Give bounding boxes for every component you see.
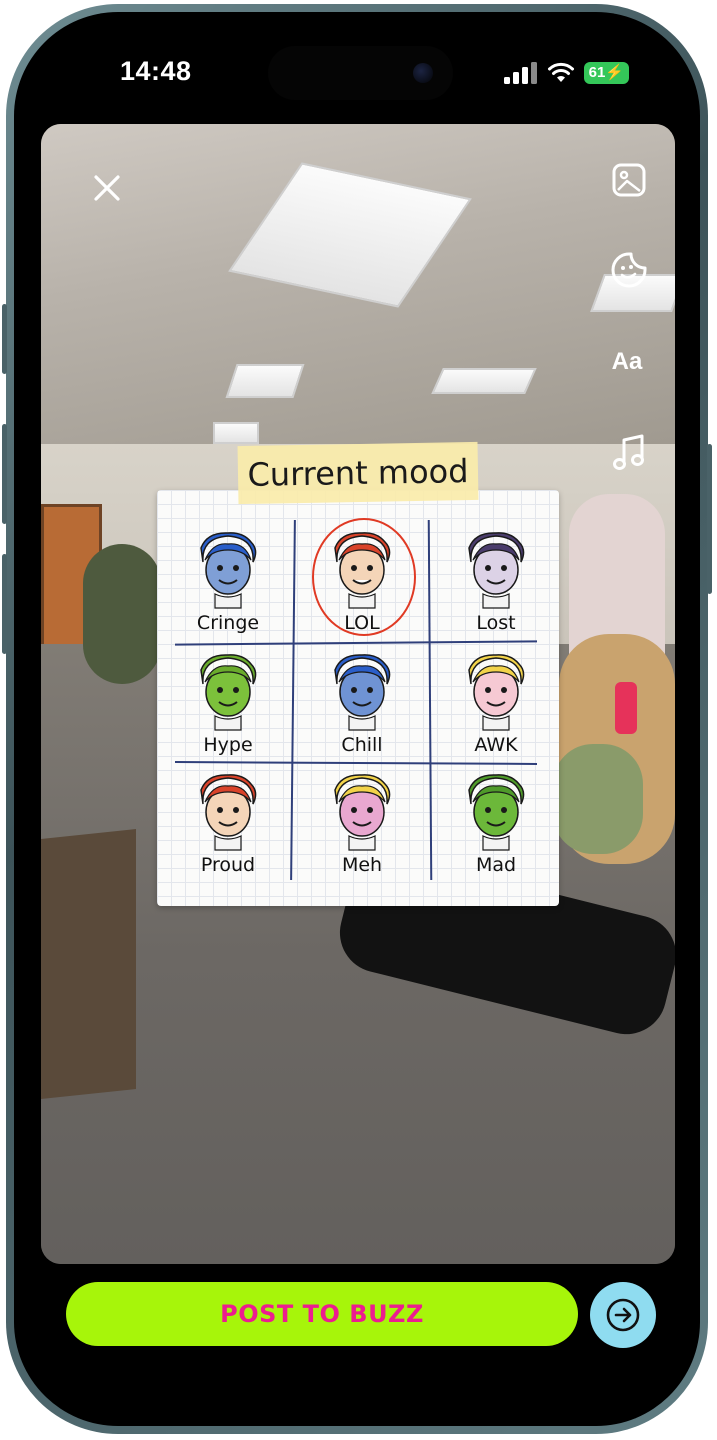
- dynamic-island: [268, 46, 453, 100]
- background-cup: [615, 682, 637, 734]
- camera-preview: Aa Current mood Cringe LOL Lost Hype Chill AW…: [41, 124, 675, 1264]
- text-tool-button[interactable]: Aa: [605, 342, 649, 382]
- status-time: 14:48: [120, 56, 192, 86]
- mood-label: Chill: [341, 734, 383, 756]
- mood-label: Hype: [203, 734, 253, 756]
- ceiling-light: [225, 364, 305, 398]
- music-note-icon: [613, 434, 644, 470]
- mood-option-lol[interactable]: LOL: [295, 518, 429, 638]
- status-icons: 61⚡: [503, 60, 629, 86]
- background-person: [553, 744, 643, 854]
- proud-avatar-icon: [200, 774, 257, 851]
- mood-option-hype[interactable]: Hype: [161, 640, 295, 760]
- battery-indicator: 61⚡: [583, 62, 629, 84]
- volume-up-button: [2, 424, 7, 524]
- background-desk: [41, 829, 136, 1099]
- sticker-button[interactable]: [609, 250, 649, 290]
- arrow-right-circle-icon: [606, 1298, 640, 1332]
- mood-label: Cringe: [196, 612, 260, 634]
- awk-avatar-icon: [468, 654, 525, 731]
- mood-label: AWK: [474, 734, 518, 756]
- ceiling-light: [431, 368, 537, 394]
- hype-avatar-icon: [200, 654, 257, 731]
- sticker-icon: [611, 252, 647, 288]
- side-button: [2, 304, 7, 374]
- next-button[interactable]: [590, 1282, 656, 1348]
- music-button[interactable]: [609, 432, 649, 474]
- ceiling-light: [213, 422, 259, 444]
- chill-avatar-icon: [334, 654, 391, 731]
- image-icon: [612, 163, 646, 197]
- mood-option-proud[interactable]: Proud: [161, 760, 295, 880]
- mad-avatar-icon: [468, 774, 525, 851]
- close-icon: [94, 175, 120, 201]
- close-button[interactable]: [87, 168, 127, 208]
- text-icon: Aa: [611, 348, 643, 375]
- mood-option-awk[interactable]: AWK: [429, 640, 563, 760]
- background-person: [83, 544, 161, 684]
- mood-label: Proud: [200, 854, 256, 876]
- lol-avatar-icon: [334, 532, 391, 609]
- cringe-avatar-icon: [200, 532, 257, 609]
- mood-label: Lost: [476, 612, 516, 634]
- gallery-button[interactable]: [609, 160, 649, 200]
- mood-sticker-title[interactable]: Current mood: [237, 441, 479, 505]
- power-button: [707, 444, 712, 594]
- mood-label: Meh: [341, 854, 383, 876]
- mood-option-lost[interactable]: Lost: [429, 518, 563, 638]
- post-to-buzz-button[interactable]: POST TO BUZZ: [66, 1282, 578, 1346]
- signal-icon: [503, 62, 537, 84]
- meh-avatar-icon: [334, 774, 391, 851]
- wifi-icon: [547, 62, 574, 82]
- mood-option-meh[interactable]: Meh: [295, 760, 429, 880]
- mood-option-chill[interactable]: Chill: [295, 640, 429, 760]
- volume-down-button: [2, 554, 7, 654]
- battery-level: 61: [588, 64, 606, 81]
- mood-sticker-grid[interactable]: Cringe LOL Lost Hype Chill AWK Proud Meh Mad: [157, 490, 559, 906]
- mood-option-cringe[interactable]: Cringe: [161, 518, 295, 638]
- front-camera: [413, 63, 433, 83]
- lost-avatar-icon: [468, 532, 525, 609]
- mood-option-mad[interactable]: Mad: [429, 760, 563, 880]
- mood-label: Mad: [475, 854, 517, 876]
